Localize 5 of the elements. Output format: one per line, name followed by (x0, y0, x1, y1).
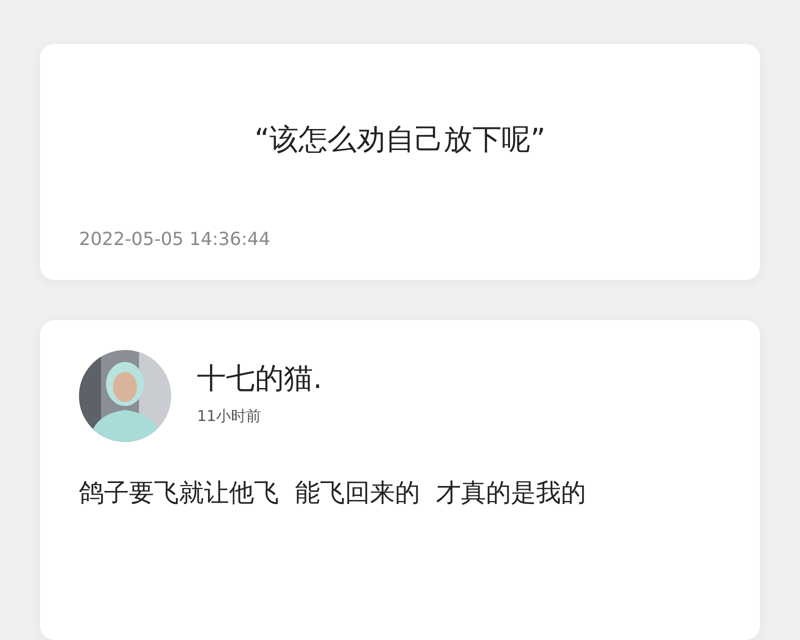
post-time: 11小时前 (197, 406, 262, 426)
author-name: 十七的猫. (197, 360, 322, 396)
timestamp: 2022-05-05 14:36:44 (79, 229, 272, 250)
quote-text: “该怎么劝自己放下呢” (253, 121, 547, 158)
post-text: 鸽子要飞就让他飞 能飞回来的 才真的是我的 (79, 477, 587, 509)
